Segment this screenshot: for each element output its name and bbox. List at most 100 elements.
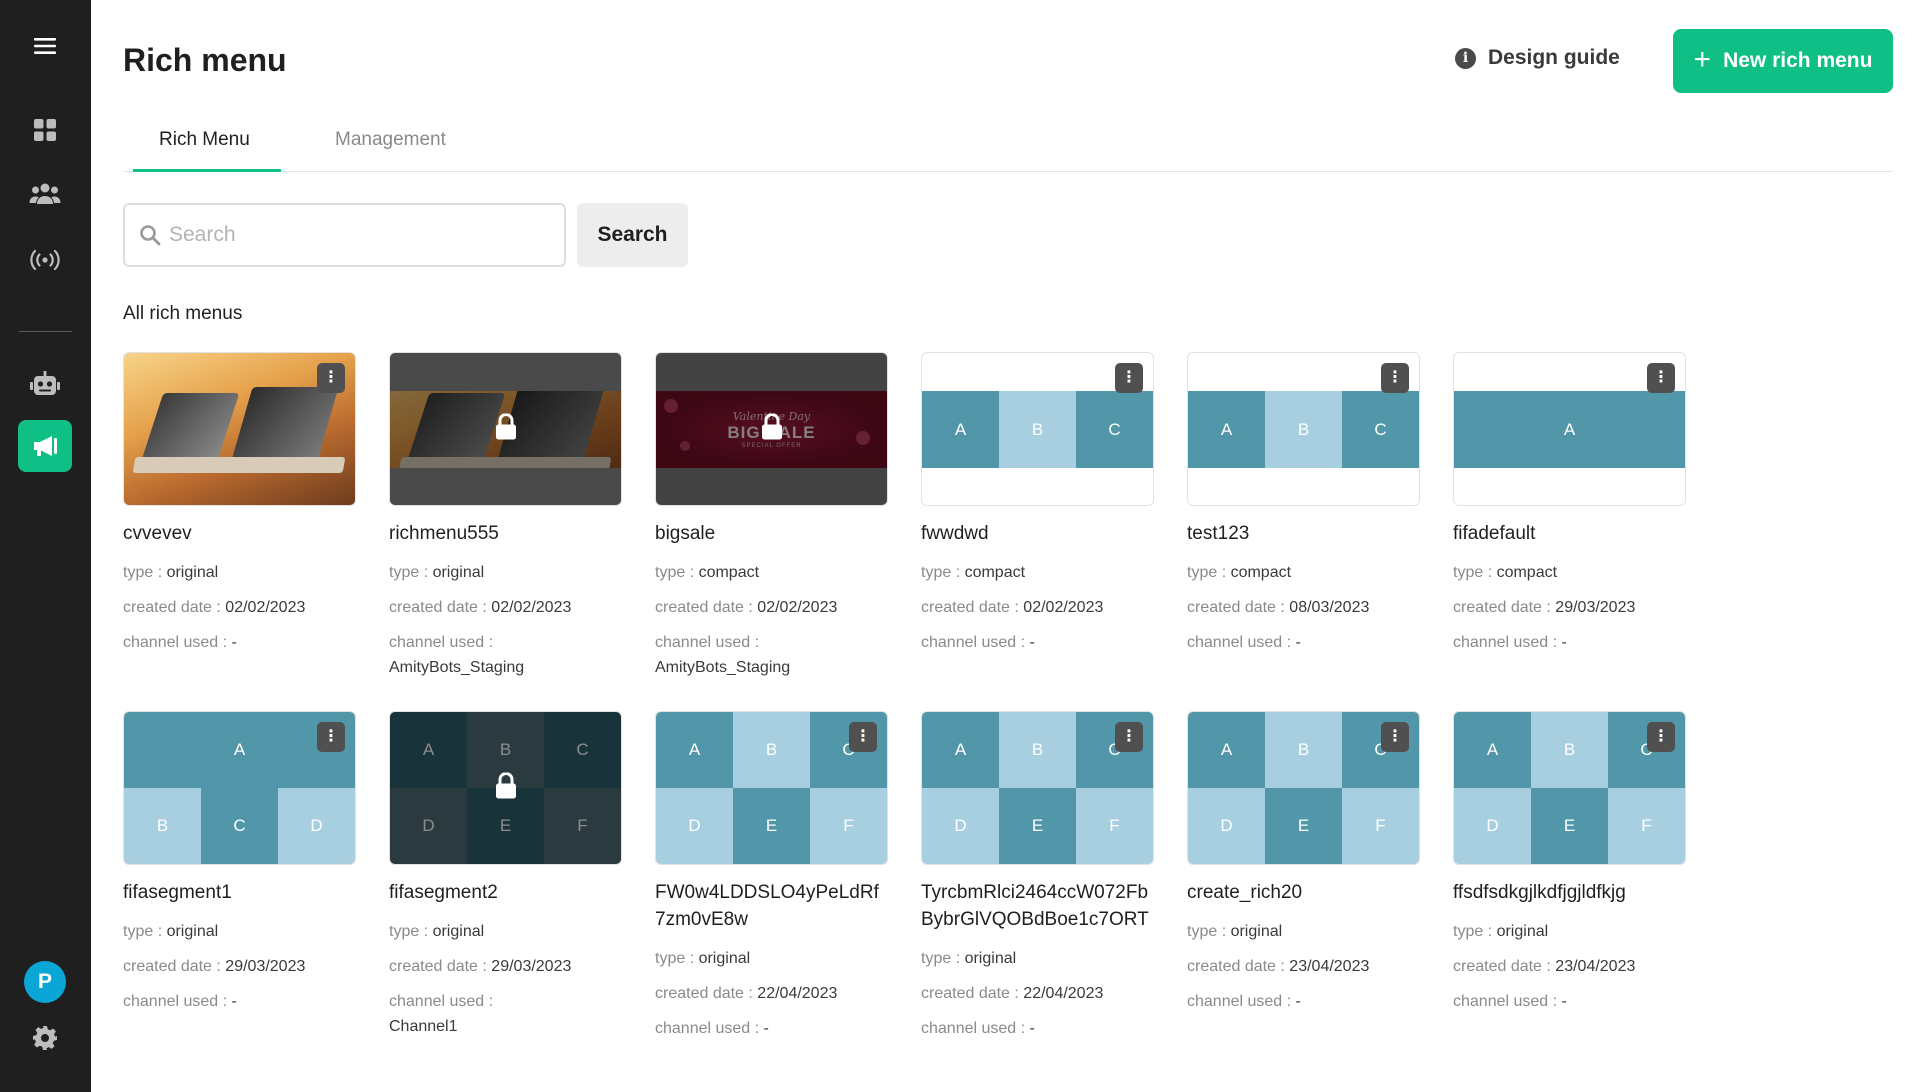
- users-group-icon[interactable]: [18, 168, 72, 220]
- rich-menu-type: type : compact: [921, 555, 1154, 590]
- menu-area-a: A: [1454, 712, 1531, 788]
- more-options-icon[interactable]: ⋮: [317, 722, 345, 752]
- menu-area-b: B: [999, 712, 1076, 788]
- hamburger-menu-icon[interactable]: [18, 20, 72, 72]
- type-value: original: [166, 923, 219, 940]
- more-options-icon[interactable]: ⋮: [1647, 363, 1675, 393]
- rich-menu-card[interactable]: A B C ⋮ fwwdwd type : compact created date …: [921, 352, 1154, 660]
- rich-menu-thumbnail[interactable]: A B C D E F ⋮: [655, 711, 888, 865]
- rich-menu-card[interactable]: A B C D E F ⋮ create_rich20 type : original cr…: [1187, 711, 1420, 1019]
- rich-menu-card[interactable]: A B C ⋮ test123 type : compact created date…: [1187, 352, 1420, 660]
- rich-menu-channel: channel used : -: [655, 1011, 888, 1046]
- sidebar-divider: [19, 331, 72, 332]
- rich-menu-meta: type : original created date : 02/02/202…: [389, 555, 622, 685]
- rich-menu-card[interactable]: ⋮ cvvevev type : original created date :…: [123, 352, 356, 660]
- rich-menu-channel: channel used : AmityBots_Staging: [655, 625, 888, 685]
- more-options-icon[interactable]: ⋮: [317, 363, 345, 393]
- lock-icon: [494, 772, 518, 804]
- rich-menu-thumbnail[interactable]: A B C ⋮: [921, 352, 1154, 506]
- menu-area-f: F: [1076, 788, 1153, 864]
- type-label: type :: [389, 564, 433, 581]
- channel-label: channel used :: [123, 993, 232, 1010]
- channel-label: channel used :: [389, 993, 494, 1010]
- channel-label: channel used :: [123, 634, 232, 651]
- created-value: 02/02/2023: [491, 599, 572, 616]
- more-options-icon[interactable]: ⋮: [1647, 722, 1675, 752]
- avatar[interactable]: P: [24, 961, 66, 1003]
- rich-menu-type: type : original: [655, 941, 888, 976]
- type-value: compact: [964, 564, 1026, 581]
- rich-menu-channel: channel used : -: [1453, 625, 1686, 660]
- rich-menu-thumbnail[interactable]: A B C D E F ⋮: [1453, 711, 1686, 865]
- type-value: original: [166, 564, 219, 581]
- avatar-letter: P: [37, 970, 52, 993]
- rich-menu-card[interactable]: A B C D ⋮ fifasegment1 type : original creat…: [123, 711, 356, 1019]
- menu-area-b: B: [124, 788, 201, 864]
- created-value: 29/03/2023: [1555, 599, 1636, 616]
- broadcast-signal-icon[interactable]: [18, 234, 72, 286]
- menu-area-b: B: [1265, 391, 1342, 468]
- menu-area-d: D: [1454, 788, 1531, 864]
- created-label: created date :: [389, 958, 492, 975]
- rich-menu-card[interactable]: A B C D E F ⋮ ffsdfsdkgjlkdfjgjldfkjg type : o…: [1453, 711, 1686, 1019]
- created-value: 29/03/2023: [491, 958, 572, 975]
- menu-area-c: C: [201, 788, 278, 864]
- rich-menu-card[interactable]: A B C D E F ⋮ FW0w4LDDSLO4yPeLdRf7zm0vE8w type…: [655, 711, 888, 1046]
- more-options-icon[interactable]: ⋮: [1381, 363, 1409, 393]
- channel-label: channel used :: [921, 634, 1030, 651]
- robot-icon[interactable]: [18, 358, 72, 410]
- tab-bar: Rich Menu Management: [123, 121, 1893, 172]
- design-guide-link[interactable]: i Design guide: [1455, 46, 1620, 70]
- rich-menu-thumbnail[interactable]: ⋮: [123, 352, 356, 506]
- created-label: created date :: [1187, 599, 1290, 616]
- sidebar: P: [0, 0, 91, 1092]
- channel-value: Channel1: [389, 1018, 458, 1035]
- rich-menu-card[interactable]: A B C D E F ⋮ TyrcbmRlci2464ccW072FbBybrGlVQOB…: [921, 711, 1154, 1046]
- plus-icon: +: [1693, 42, 1712, 76]
- rich-menu-name: test123: [1187, 523, 1250, 544]
- more-options-icon[interactable]: ⋮: [1381, 722, 1409, 752]
- rich-menu-card[interactable]: Valentine Day BIG SALE SPECIAL OFFER bigsa…: [655, 352, 888, 685]
- type-value: original: [432, 564, 485, 581]
- rich-menu-card[interactable]: ABCDEF fifasegment2 type : original crea…: [389, 711, 622, 1044]
- rich-menu-meta: type : original created date : 22/04/202…: [655, 941, 888, 1046]
- type-value: compact: [698, 564, 760, 581]
- megaphone-icon[interactable]: [18, 420, 72, 472]
- rich-menu-thumbnail[interactable]: A B C D ⋮: [123, 711, 356, 865]
- menu-area-a: A: [656, 712, 733, 788]
- rich-menu-thumbnail[interactable]: ABCDEF: [389, 711, 622, 865]
- rich-menu-card[interactable]: richmenu555 type : original created date…: [389, 352, 622, 685]
- created-label: created date :: [389, 599, 492, 616]
- rich-menu-type: type : original: [123, 555, 356, 590]
- rich-menu-meta: type : original created date : 29/03/202…: [123, 914, 356, 1019]
- rich-menu-thumbnail[interactable]: A ⋮: [1453, 352, 1686, 506]
- rich-menu-thumbnail[interactable]: [389, 352, 622, 506]
- type-label: type :: [655, 950, 699, 967]
- rich-menu-channel: channel used : -: [1453, 984, 1686, 1019]
- rich-menu-created: created date : 02/02/2023: [389, 590, 622, 625]
- menu-area-a: A: [922, 391, 999, 468]
- search-input[interactable]: [169, 223, 549, 247]
- created-value: 02/02/2023: [225, 599, 306, 616]
- dashboard-grid-icon[interactable]: [18, 104, 72, 156]
- menu-area-e: E: [1265, 788, 1342, 864]
- gear-icon[interactable]: [18, 1012, 72, 1064]
- rich-menu-thumbnail[interactable]: A B C D E F ⋮: [921, 711, 1154, 865]
- rich-menu-thumbnail[interactable]: A B C D E F ⋮: [1187, 711, 1420, 865]
- rich-menu-card[interactable]: A ⋮ fifadefault type : compact created da…: [1453, 352, 1686, 660]
- rich-menu-name: richmenu555: [389, 523, 499, 544]
- tab-management[interactable]: Management: [335, 129, 446, 151]
- menu-area-b: B: [1265, 712, 1342, 788]
- tab-rich-menu[interactable]: Rich Menu: [159, 129, 250, 151]
- rich-menu-thumbnail[interactable]: A B C ⋮: [1187, 352, 1420, 506]
- search-button[interactable]: Search: [577, 203, 688, 267]
- new-rich-menu-button[interactable]: + New rich menu: [1673, 29, 1893, 93]
- type-label: type :: [921, 950, 965, 967]
- more-options-icon[interactable]: ⋮: [849, 722, 877, 752]
- more-options-icon[interactable]: ⋮: [1115, 363, 1143, 393]
- type-label: type :: [389, 923, 433, 940]
- more-options-icon[interactable]: ⋮: [1115, 722, 1143, 752]
- rich-menu-meta: type : original created date : 02/02/202…: [123, 555, 356, 660]
- created-value: 02/02/2023: [757, 599, 838, 616]
- rich-menu-thumbnail[interactable]: Valentine Day BIG SALE SPECIAL OFFER: [655, 352, 888, 506]
